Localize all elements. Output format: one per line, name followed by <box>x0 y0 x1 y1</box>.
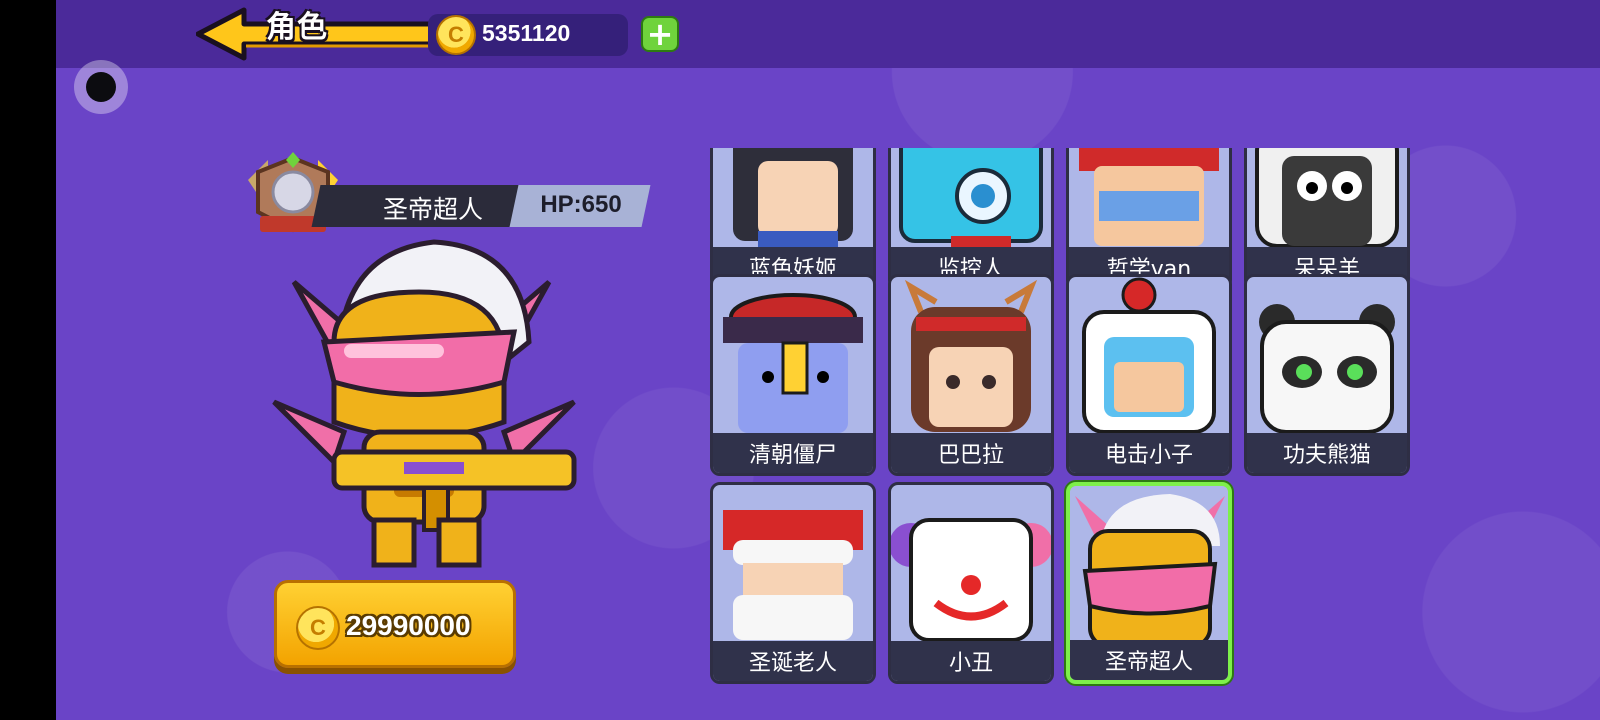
hero-hp: HP:650 <box>540 191 622 218</box>
character-name: 圣诞老人 <box>713 641 873 681</box>
kungfu-panda-portrait-image <box>1259 304 1395 434</box>
character-card[interactable]: 蓝色妖姬 <box>710 148 876 290</box>
hero-name: 圣帝超人 <box>382 195 483 224</box>
barbara-portrait-image <box>904 279 1038 432</box>
character-name: 功夫熊猫 <box>1247 433 1407 473</box>
santa-portrait-image <box>723 510 863 640</box>
coin-count: 5351120 <box>482 20 571 46</box>
camera-man-portrait-image <box>899 148 1043 251</box>
holy-superman-portrait-image <box>1075 494 1225 646</box>
character-name: 清朝僵尸 <box>713 433 873 473</box>
character-card[interactable]: 电击小子 <box>1066 274 1232 476</box>
shock-kid-portrait-image <box>1082 277 1216 434</box>
blue-enchantress-portrait-image <box>733 148 853 251</box>
character-card[interactable]: 巴巴拉 <box>888 274 1054 476</box>
character-name: 圣帝超人 <box>1070 640 1228 680</box>
character-card[interactable]: 小丑 <box>888 482 1054 684</box>
floating-menu-button[interactable] <box>74 60 128 114</box>
character-name: 电击小子 <box>1069 433 1229 473</box>
silly-sheep-portrait-image <box>1255 148 1399 248</box>
character-card[interactable]: 监控人 <box>888 148 1054 290</box>
page-title: 角色 <box>266 11 328 44</box>
character-card-selected[interactable]: 圣帝超人 <box>1066 482 1232 684</box>
hero-price: 29990000 <box>346 610 471 641</box>
character-card[interactable]: 功夫熊猫 <box>1244 274 1410 476</box>
menu-dot-icon <box>86 72 116 102</box>
hero-portrait-image <box>272 239 577 568</box>
add-coins-button[interactable]: + <box>641 16 679 52</box>
character-grid[interactable]: 蓝色妖姬 监控人 哲学van 呆呆羊 清朝僵尸 巴巴拉 电击小子 功夫熊猫 圣诞… <box>706 148 1446 693</box>
coin-icon: C <box>296 606 340 650</box>
character-card[interactable]: 圣诞老人 <box>710 482 876 684</box>
character-card[interactable]: 哲学van <box>1066 148 1232 290</box>
character-card[interactable]: 清朝僵尸 <box>710 274 876 476</box>
qing-zombie-portrait-image <box>723 293 863 433</box>
philosophy-van-portrait-image <box>1079 148 1219 246</box>
character-name: 巴巴拉 <box>891 433 1051 473</box>
clown-portrait-image <box>891 518 1051 642</box>
coin-icon: C <box>436 15 476 55</box>
game-screen: 角色 C 5351120 + 圣帝超人 HP:650 C 29990000 蓝色… <box>56 0 1600 720</box>
character-card[interactable]: 呆呆羊 <box>1244 148 1410 290</box>
character-name: 小丑 <box>891 641 1051 681</box>
